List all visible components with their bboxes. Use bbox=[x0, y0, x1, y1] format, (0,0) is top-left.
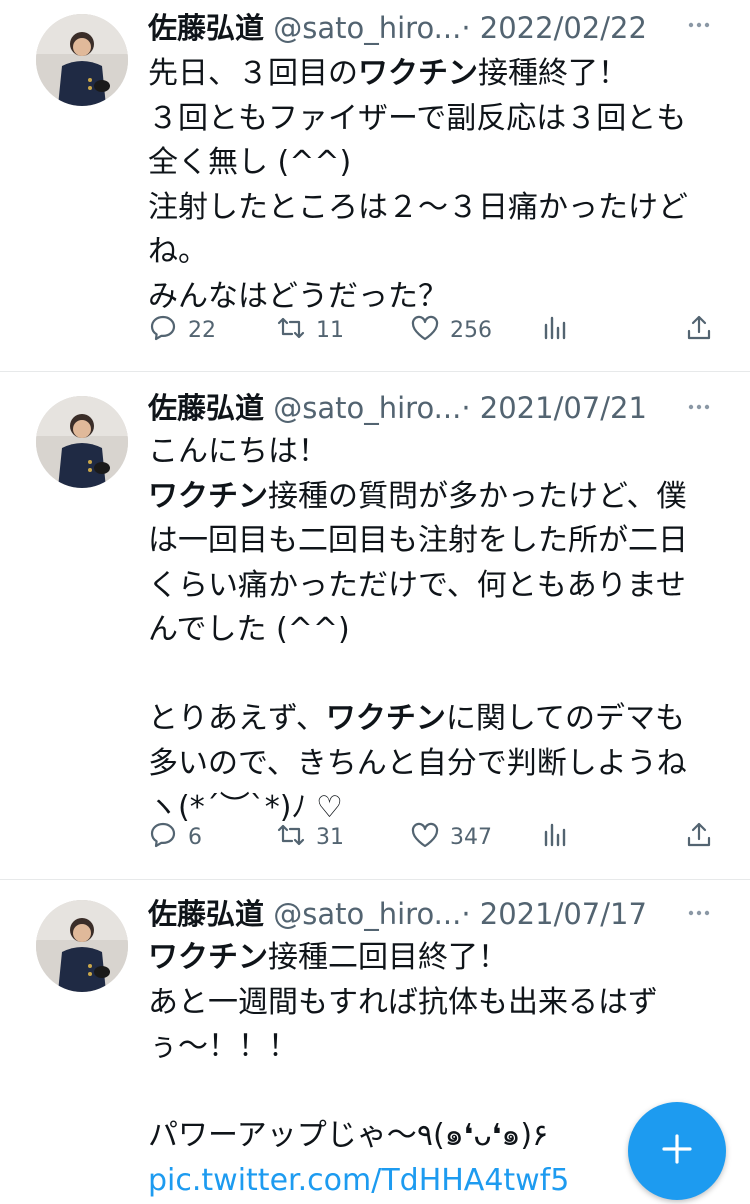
tweet-actions: 6 31 347 bbox=[148, 819, 714, 855]
retweet-button[interactable]: 31 bbox=[276, 819, 344, 855]
compose-icon bbox=[657, 1129, 697, 1173]
retweet-icon bbox=[276, 313, 306, 347]
more-icon[interactable] bbox=[684, 898, 714, 928]
separator-dot: · bbox=[461, 391, 471, 425]
reply-count: 22 bbox=[188, 317, 216, 343]
reply-count: 6 bbox=[188, 824, 202, 850]
tweet-link[interactable]: pic.twitter.com/TdHHA4twf5 bbox=[148, 1159, 708, 1204]
separator-dot: · bbox=[461, 11, 471, 45]
author-name[interactable]: 佐藤弘道 bbox=[148, 11, 264, 45]
tweet-line: んでした (^^) bbox=[148, 612, 350, 647]
reply-button[interactable]: 6 bbox=[148, 819, 202, 855]
tweet-line: 先日、３回目のワクチン接種終了！ bbox=[148, 56, 628, 91]
avatar[interactable] bbox=[36, 900, 128, 992]
reply-icon bbox=[148, 313, 178, 347]
avatar[interactable] bbox=[36, 14, 128, 106]
tweet-text: 先日、３回目のワクチン接種終了！ ３回ともファイザーで副反応は３回とも 全く無し… bbox=[148, 52, 708, 319]
retweet-button[interactable]: 11 bbox=[276, 312, 344, 348]
tweet-actions: 22 11 256 bbox=[148, 312, 714, 348]
analytics-button[interactable] bbox=[540, 819, 570, 855]
tweet-line bbox=[148, 1070, 708, 1115]
analytics-button[interactable] bbox=[540, 312, 570, 348]
tweet-line: ワクチン接種の質問が多かったけど、僕 bbox=[148, 478, 687, 514]
tweet-line: は一回目も二回目も注射をした所が二日 bbox=[148, 523, 688, 558]
author-handle[interactable]: @sato_hiro... bbox=[273, 897, 461, 931]
separator-dot: · bbox=[461, 897, 471, 931]
more-icon[interactable] bbox=[684, 392, 714, 422]
share-button[interactable] bbox=[684, 819, 714, 855]
author-handle[interactable]: @sato_hiro... bbox=[273, 11, 461, 45]
tweet-line: とりあえず、ワクチンに関してのデマも bbox=[148, 701, 686, 736]
author-handle[interactable]: @sato_hiro... bbox=[273, 391, 461, 425]
tweet-line: 全く無し (^^) bbox=[148, 145, 352, 180]
tweet[interactable]: 佐藤弘道 @sato_hiro...· 2021/07/21 こんにちは！ ワク… bbox=[0, 372, 750, 878]
like-button[interactable]: 256 bbox=[410, 312, 492, 348]
tweet-line: パワーアップじゃ〜٩(๑❛ᴗ❛๑)۶ bbox=[148, 1118, 549, 1153]
tweet-line: 多いので、きちんと自分で判断しようね bbox=[148, 745, 687, 781]
retweet-icon bbox=[276, 820, 306, 854]
like-icon bbox=[410, 313, 440, 347]
tweet-line: 注射したところは２〜３日痛かったけど bbox=[148, 189, 688, 225]
avatar[interactable] bbox=[36, 396, 128, 488]
tweet[interactable]: 佐藤弘道 @sato_hiro...· 2022/02/22 先日、３回目のワク… bbox=[0, 0, 750, 370]
tweet-line: くらい痛かっただけで、何ともありませ bbox=[148, 567, 686, 603]
like-icon bbox=[410, 820, 440, 854]
tweet-line bbox=[148, 653, 708, 698]
tweet-line: ぅ〜！！！ bbox=[148, 1029, 298, 1064]
tweet-line: こんにちは！ bbox=[148, 434, 328, 469]
share-icon bbox=[684, 820, 714, 854]
share-button[interactable] bbox=[684, 312, 714, 348]
like-count: 256 bbox=[450, 317, 492, 343]
tweet-date[interactable]: 2022/02/22 bbox=[480, 11, 647, 45]
reply-button[interactable]: 22 bbox=[148, 312, 216, 348]
author-name[interactable]: 佐藤弘道 bbox=[148, 897, 264, 931]
tweet-line: ワクチン接種二回目終了！ bbox=[148, 940, 508, 975]
tweet-line: ね。 bbox=[148, 234, 208, 269]
tweet-line: あと一週間もすれば抗体も出来るはず bbox=[148, 984, 658, 1020]
retweet-count: 31 bbox=[316, 824, 344, 850]
like-count: 347 bbox=[450, 824, 492, 850]
tweet-line: ３回ともファイザーで副反応は３回とも bbox=[148, 100, 687, 136]
tweet-text: ワクチン接種二回目終了！ あと一週間もすれば抗体も出来るはず ぅ〜！！！ パワー… bbox=[148, 936, 708, 1203]
author-name[interactable]: 佐藤弘道 bbox=[148, 391, 264, 425]
compose-button[interactable] bbox=[628, 1102, 726, 1200]
analytics-icon bbox=[540, 313, 570, 347]
analytics-icon bbox=[540, 820, 570, 854]
like-button[interactable]: 347 bbox=[410, 819, 492, 855]
tweet-date[interactable]: 2021/07/21 bbox=[480, 391, 647, 425]
more-icon[interactable] bbox=[684, 10, 714, 40]
reply-icon bbox=[148, 820, 178, 854]
share-icon bbox=[684, 313, 714, 347]
tweet-date[interactable]: 2021/07/17 bbox=[480, 897, 647, 931]
retweet-count: 11 bbox=[316, 317, 344, 343]
tweet-text: こんにちは！ ワクチン接種の質問が多かったけど、僕 は一回目も二回目も注射をした… bbox=[148, 430, 708, 831]
